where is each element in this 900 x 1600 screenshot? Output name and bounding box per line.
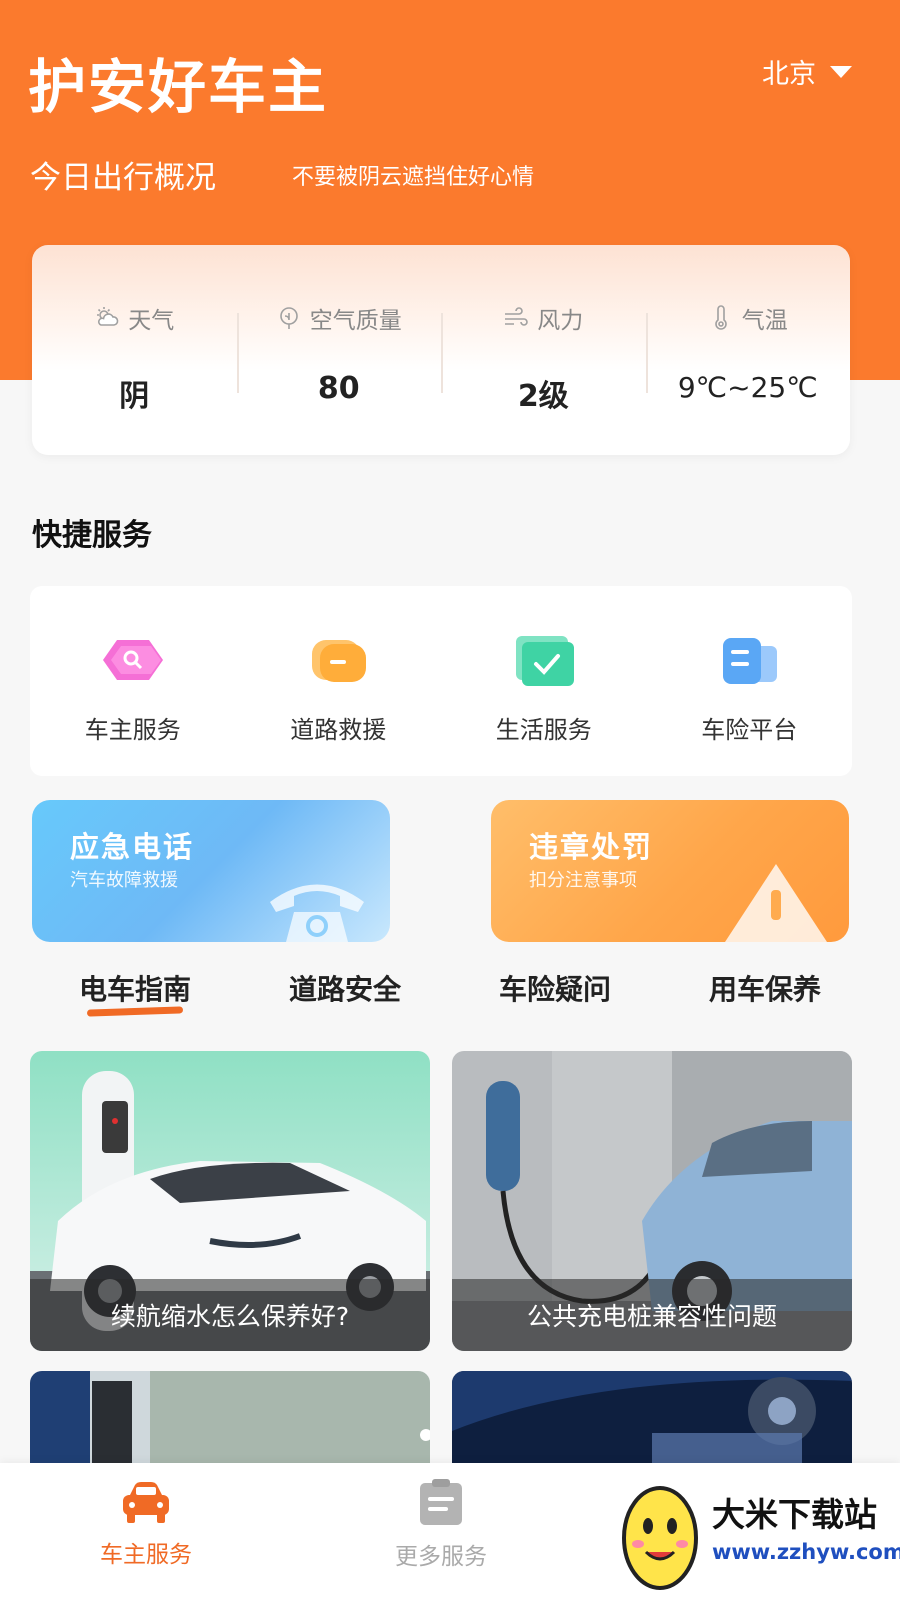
- service-insurance[interactable]: 车险平台: [647, 586, 853, 776]
- life-service-icon: [515, 636, 574, 686]
- overview-subtitle: 不要被阴云遮挡住好心情: [292, 165, 535, 190]
- road-rescue-icon: [312, 640, 367, 682]
- car-icon: [123, 1482, 169, 1523]
- car-owner-service-icon: [102, 640, 163, 680]
- weather-label: 天气: [128, 308, 175, 334]
- weather-item-temperature: 气温 9℃~25℃: [645, 245, 851, 455]
- tab-road-safety[interactable]: 道路安全: [240, 968, 450, 1008]
- article-caption: 续航缩水怎么保养好?: [30, 1279, 430, 1351]
- service-label: 生活服务: [495, 716, 592, 744]
- weather-item-condition: 天气 阴: [32, 245, 237, 455]
- banner-subtitle: 扣分注意事项: [529, 870, 637, 891]
- banner-title: 应急电话: [70, 830, 195, 864]
- service-label: 车主服务: [84, 716, 181, 744]
- service-label: 道路救援: [290, 716, 387, 744]
- weather-value: 阴: [119, 379, 150, 414]
- warning-triangle-icon: [725, 864, 827, 942]
- overview-title: 今日出行概况: [30, 160, 216, 196]
- service-car-owner[interactable]: 车主服务: [30, 586, 236, 776]
- article-card[interactable]: 公共充电桩兼容性问题: [452, 1051, 852, 1351]
- service-label: 车险平台: [701, 716, 798, 744]
- battery-tech-image: [452, 1371, 852, 1463]
- watermark-url: www.zzhyw.com: [712, 1540, 900, 1564]
- telephone-icon: [270, 884, 364, 942]
- banner-title: 违章处罚: [529, 830, 654, 864]
- weather-value: 9℃~25℃: [677, 371, 818, 404]
- weather-label: 空气质量: [309, 308, 402, 334]
- cloud-sun-icon: [97, 307, 119, 326]
- tab-car-maintenance[interactable]: 用车保养: [660, 968, 870, 1008]
- nav-label: 更多服务: [395, 1544, 487, 1570]
- city-label: 北京: [762, 59, 816, 90]
- service-life[interactable]: 生活服务: [441, 586, 647, 776]
- nav-car-owner-service[interactable]: 车主服务: [56, 1479, 236, 1569]
- weather-card: 天气 阴 空气质量 80 风力 2级 气温 9℃~25℃: [32, 245, 850, 455]
- section-title-quick-services: 快捷服务: [32, 518, 152, 553]
- violation-penalty-banner[interactable]: 违章处罚 扣分注意事项: [491, 800, 849, 942]
- weather-label: 气温: [741, 308, 788, 334]
- app-title: 护安好车主: [28, 53, 329, 121]
- charging-pile-image: [30, 1371, 430, 1463]
- article-caption: 公共充电桩兼容性问题: [452, 1279, 852, 1351]
- clipboard-icon: [420, 1479, 462, 1525]
- article-tabs: 电车指南 道路安全 车险疑问 用车保养: [30, 968, 870, 1008]
- article-card[interactable]: 续航缩水怎么保养好?: [30, 1051, 430, 1351]
- banner-subtitle: 汽车故障救援: [70, 870, 178, 891]
- wind-icon: [505, 307, 529, 326]
- weather-value: 80: [317, 371, 360, 406]
- thermometer-icon: [715, 305, 727, 330]
- weather-item-wind: 风力 2级: [441, 245, 646, 455]
- quick-services-card: 车主服务 道路救援 生活服务 车险平台: [30, 586, 852, 776]
- weather-value: 2级: [517, 379, 569, 414]
- nav-more-services[interactable]: 更多服务: [351, 1479, 531, 1571]
- insurance-platform-icon: [723, 638, 778, 684]
- caret-down-icon: [830, 65, 852, 78]
- weather-item-air-quality: 空气质量 80: [236, 245, 442, 455]
- watermark: 大米下载站 www.zzhyw.com: [612, 1468, 900, 1600]
- city-selector[interactable]: 北京: [762, 52, 852, 91]
- emergency-call-banner[interactable]: 应急电话 汽车故障救援: [32, 800, 390, 942]
- article-card[interactable]: [452, 1371, 852, 1463]
- watermark-title: 大米下载站: [712, 1495, 877, 1534]
- service-road-rescue[interactable]: 道路救援: [236, 586, 442, 776]
- weather-label: 风力: [537, 308, 584, 334]
- rice-mascot-logo: [622, 1486, 698, 1590]
- tab-insurance-questions[interactable]: 车险疑问: [450, 968, 660, 1008]
- article-card[interactable]: [30, 1371, 430, 1463]
- leaf-icon: [279, 307, 298, 329]
- nav-label: 车主服务: [100, 1542, 192, 1568]
- tab-ev-guide[interactable]: 电车指南: [30, 968, 240, 1008]
